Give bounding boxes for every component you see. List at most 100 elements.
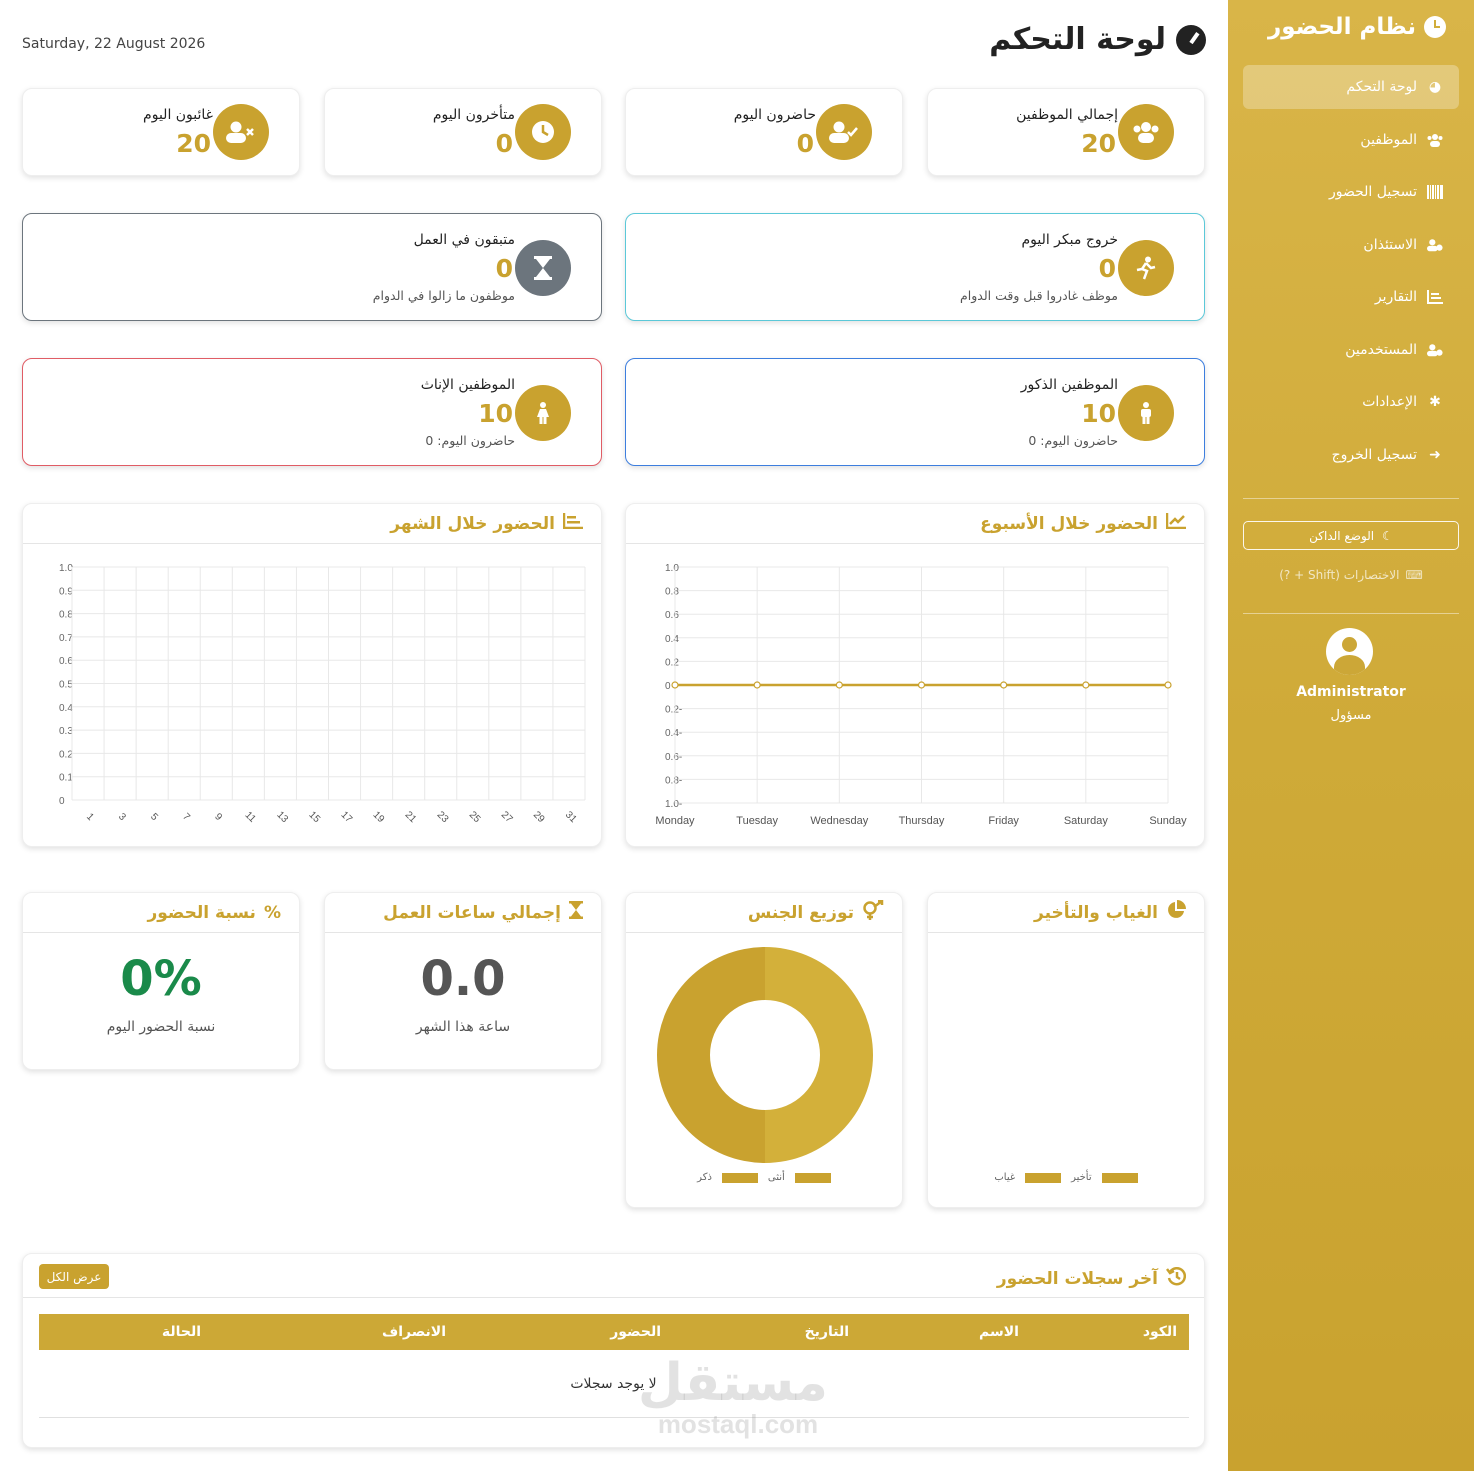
sidebar-nav: ◕ لوحة التحكم الموظفين تسجيل الحضور الاس… xyxy=(1243,65,1459,485)
gear-icon: ✱ xyxy=(1429,394,1441,410)
data-point xyxy=(835,681,843,689)
sidebar-divider xyxy=(1243,498,1459,499)
legend-label: غياب xyxy=(994,1172,1016,1183)
y-tick-label: 0.3 xyxy=(59,726,73,737)
x-tick-label: 11 xyxy=(243,810,258,825)
brand-title: نظام الحضور xyxy=(1268,14,1416,40)
female-card: الموظفين الإناث 10 حاضرون اليوم: 0 xyxy=(22,358,602,466)
legend-label: ذكر xyxy=(697,1172,712,1183)
user-check-icon xyxy=(816,104,872,160)
sidebar-item-attendance[interactable]: تسجيل الحضور xyxy=(1243,170,1459,214)
column-header: الحالة xyxy=(161,1324,201,1340)
sidebar-item-permissions[interactable]: الاستئذان xyxy=(1243,223,1459,267)
sidebar-item-users[interactable]: المستخدمين xyxy=(1243,328,1459,372)
male-card: الموظفين الذكور 10 حاضرون اليوم: 0 xyxy=(625,358,1205,466)
clock-icon xyxy=(1424,16,1446,38)
current-date: Saturday, 22 August 2026 xyxy=(22,36,206,52)
x-tick-label: 13 xyxy=(274,809,290,825)
x-tick-label: 15 xyxy=(306,809,322,825)
gauge-icon: ◕ xyxy=(1428,79,1442,95)
watermark-logo: مستقل mostaql.com xyxy=(637,1353,828,1439)
monthly-chart-header: الحضور خلال الشهر xyxy=(23,504,601,544)
brand: نظام الحضور xyxy=(1268,14,1446,40)
logout-icon: ➜ xyxy=(1429,446,1441,463)
x-tick-label: Wednesday xyxy=(810,815,868,827)
legend-swatch xyxy=(1025,1172,1062,1183)
stat-card-total: إجمالي الموظفين 20 xyxy=(927,88,1205,176)
y-tick-label: -1.0 xyxy=(665,799,682,810)
column-header: التاريخ xyxy=(804,1324,849,1340)
data-point xyxy=(671,681,679,689)
work-hours-card: إجمالي ساعات العمل 0.0 ساعة هذا الشهر xyxy=(324,892,602,1070)
shortcuts-hint[interactable]: ⌨ الاختصارات (Shift + ?) xyxy=(1243,568,1459,582)
hourglass-icon xyxy=(515,240,571,296)
stat-label: خروج مبكر اليوم xyxy=(1021,232,1118,248)
work-hours-title: إجمالي ساعات العمل xyxy=(383,902,561,923)
weekly-chart-card: الحضور خلال الأسبوع 1.0 0.8 0.6 0.4 0.2 0 -0.2… xyxy=(625,503,1205,847)
y-tick-label: 0.6 xyxy=(59,656,73,667)
female-icon xyxy=(515,385,571,441)
sidebar-item-label: الإعدادات xyxy=(1362,394,1417,410)
stat-value: 20 xyxy=(176,129,211,158)
stat-value: 0 xyxy=(495,129,513,158)
absence-chart-title: الغياب والتأخير xyxy=(1034,902,1158,923)
attendance-rate-header: % نسبة الحضور xyxy=(23,893,299,933)
gender-legend: أنثى ذكر xyxy=(626,1172,902,1183)
user-clock-icon xyxy=(1427,237,1443,253)
sidebar-item-settings[interactable]: ✱ الإعدادات xyxy=(1243,380,1459,424)
x-tick-label: 27 xyxy=(499,809,515,825)
records-header: آخر سجلات الحضور عرض الكل xyxy=(23,1254,1204,1298)
gauge-icon xyxy=(1176,24,1206,55)
users-icon xyxy=(1427,132,1443,148)
male-icon xyxy=(1118,385,1174,441)
sidebar-item-dashboard[interactable]: ◕ لوحة التحكم xyxy=(1243,65,1459,109)
x-tick-label: 25 xyxy=(467,809,483,825)
user-role: مسؤول xyxy=(1330,708,1372,723)
attendance-rate-sub: نسبة الحضور اليوم xyxy=(106,1019,216,1035)
venus-mars-icon xyxy=(862,899,884,925)
attendance-rate-value: 0% xyxy=(120,951,202,1007)
sidebar-item-reports[interactable]: التقارير xyxy=(1243,275,1459,319)
sidebar-item-logout[interactable]: ➜ تسجيل الخروج xyxy=(1243,433,1459,477)
pie-slice xyxy=(657,947,765,1163)
x-tick-label: 19 xyxy=(371,809,387,825)
y-tick-label: 0.4 xyxy=(59,703,73,714)
weekly-chart-header: الحضور خلال الأسبوع xyxy=(626,504,1204,544)
barcode-icon xyxy=(1427,184,1443,200)
stat-card-present: حاضرون اليوم 0 xyxy=(625,88,903,176)
legend-swatch xyxy=(1101,1172,1138,1183)
chart-icon xyxy=(1427,289,1443,305)
users-icon xyxy=(1118,104,1174,160)
x-tick-label: 21 xyxy=(403,809,419,825)
y-tick-label: 0.2 xyxy=(59,749,73,760)
column-header: الحضور xyxy=(610,1324,661,1340)
absence-chart-card: الغياب والتأخير تأخير غياب xyxy=(927,892,1205,1208)
stat-label: إجمالي الموظفين xyxy=(1016,107,1118,123)
hourglass-icon xyxy=(569,901,583,924)
dark-mode-button[interactable]: ☾ الوضع الداكن xyxy=(1243,521,1459,550)
empty-message: لا يوجد سجلات xyxy=(570,1376,657,1392)
y-tick-label: 1.0 xyxy=(59,563,73,574)
x-tick-label: Tuesday xyxy=(736,815,778,827)
stat-value: 10 xyxy=(1081,399,1116,428)
sidebar-item-employees[interactable]: الموظفين xyxy=(1243,118,1459,162)
sidebar-item-label: الموظفين xyxy=(1360,131,1417,148)
y-tick-label: 0.5 xyxy=(59,680,73,691)
monthly-chart-title: الحضور خلال الشهر xyxy=(390,513,555,534)
y-tick-label: -0.2 xyxy=(665,705,682,716)
view-all-button[interactable]: عرض الكل xyxy=(39,1264,109,1289)
remaining-card: متبقون في العمل 0 موظفون ما زالوا في الد… xyxy=(22,213,602,321)
y-tick-label: 0.1 xyxy=(59,773,73,784)
x-tick-label: 29 xyxy=(531,809,547,825)
y-tick-label: 0.4 xyxy=(665,634,679,645)
legend-swatch xyxy=(794,1172,831,1183)
stat-label: متبقون في العمل xyxy=(413,232,515,248)
line-chart-icon xyxy=(1165,513,1186,534)
y-tick-label: 0.6 xyxy=(665,610,679,621)
stat-sub: موظفون ما زالوا في الدوام xyxy=(372,288,515,303)
y-tick-label: 0.2 xyxy=(665,657,679,668)
work-hours-sub: ساعة هذا الشهر xyxy=(415,1019,511,1035)
x-tick-label: 9 xyxy=(212,811,224,823)
sidebar-item-label: التقارير xyxy=(1374,289,1417,305)
legend-label: أنثى xyxy=(767,1172,785,1183)
